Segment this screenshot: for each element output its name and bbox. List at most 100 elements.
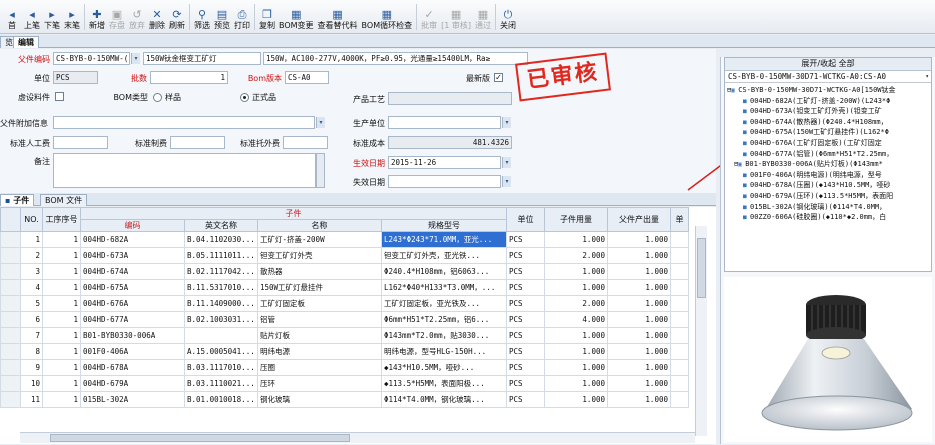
tb-approve-button[interactable]: ✓ 批审 <box>419 1 439 33</box>
tree-expand-collapse-all[interactable]: 展开/收起 全部 <box>725 58 931 71</box>
virtual-checkbox[interactable] <box>55 92 64 101</box>
cell-more[interactable] <box>670 327 689 344</box>
craft-input[interactable] <box>388 92 512 105</box>
cell-unit[interactable]: PCS <box>506 247 545 264</box>
cell-name[interactable]: 贴片灯板 <box>257 327 382 344</box>
remark-scrollbar[interactable] <box>316 153 325 188</box>
cell-seq[interactable]: 1 <box>42 343 81 360</box>
table-row[interactable]: 3 1 004HD-674A B.02.1117042... 散热器 Φ240.4*H10… <box>0 263 689 280</box>
cell-qty[interactable]: 1.000 <box>544 375 608 392</box>
cell-no[interactable]: 11 <box>20 391 43 408</box>
cell-no[interactable]: 10 <box>20 375 43 392</box>
prod-unit-input[interactable] <box>388 116 501 129</box>
cell-out[interactable]: 1.000 <box>607 343 671 360</box>
cell-spec[interactable]: ◆143*H10.5MM，哑砂... <box>381 359 507 376</box>
col-en[interactable]: 英文名称 <box>184 219 258 232</box>
tb-preview-button[interactable]: ▤ 预览 <box>212 1 232 33</box>
cell-qty[interactable]: 4.000 <box>544 311 608 328</box>
cell-spec[interactable]: ◆113.5*H5MM，表面阳极... <box>381 375 507 392</box>
cell-qty[interactable]: 1.000 <box>544 359 608 376</box>
bom-type-sample-radio[interactable] <box>153 93 162 102</box>
cell-spec[interactable]: L243*Φ243*71.0MM，亚光... <box>381 231 507 248</box>
cell-seq[interactable]: 1 <box>42 311 81 328</box>
cell-spec[interactable]: L162*Φ40*H133*T3.0MM，... <box>381 279 507 296</box>
table-row[interactable]: 11 1 015BL-302A B.01.0010018... 钢化玻璃 Φ114*T4.… <box>0 391 689 408</box>
col-no[interactable]: NO. <box>20 207 43 232</box>
parent-extra-input[interactable] <box>53 116 315 129</box>
cell-out[interactable]: 1.000 <box>607 359 671 376</box>
cell-name[interactable]: 钽变工矿灯外壳 <box>257 247 382 264</box>
cell-spec[interactable]: 工矿灯固定板，亚光铁及... <box>381 295 507 312</box>
cell-name[interactable]: 压圈 <box>257 359 382 376</box>
cell-out[interactable]: 1.000 <box>607 327 671 344</box>
effective-date-dropdown-button[interactable]: ▾ <box>502 157 511 168</box>
tb-close-button[interactable]: ⏻ 关闭 <box>498 1 518 33</box>
tb-copy-button[interactable]: ❐ 复制 <box>257 1 277 33</box>
cell-unit[interactable]: PCS <box>506 279 545 296</box>
cell-more[interactable] <box>670 231 689 248</box>
cell-more[interactable] <box>670 343 689 360</box>
row-header[interactable] <box>0 247 21 264</box>
cell-seq[interactable]: 1 <box>42 327 81 344</box>
cell-unit[interactable]: PCS <box>506 231 545 248</box>
cell-unit[interactable]: PCS <box>506 375 545 392</box>
table-row[interactable]: 7 1 B01-BYB0330-006A 贴片灯板 Φ143mm*T2.0mm，贴303… <box>0 327 689 344</box>
std-outsource-input[interactable] <box>283 136 328 149</box>
cell-seq[interactable]: 1 <box>42 375 81 392</box>
cell-code[interactable]: 004HD-679A <box>80 375 185 392</box>
cell-spec[interactable]: Φ114*T4.0MM，钢化玻璃... <box>381 391 507 408</box>
cell-code[interactable]: 004HD-674A <box>80 263 185 280</box>
cell-en[interactable] <box>184 327 258 344</box>
table-row[interactable]: 2 1 004HD-673A B.05.1111011... 钽变工矿灯外壳 钽变工矿灯外… <box>0 247 689 264</box>
tb-next-button[interactable]: ▸ 下笔 <box>42 1 62 33</box>
cell-no[interactable]: 5 <box>20 295 43 312</box>
cell-en[interactable]: B.01.0010018... <box>184 391 258 408</box>
cell-more[interactable] <box>670 359 689 376</box>
row-header[interactable] <box>0 327 21 344</box>
cell-qty[interactable]: 2.000 <box>544 247 608 264</box>
tree-node[interactable]: ■ 015BL-302A(钢化玻璃)(Φ114*T4.0MM， <box>725 202 931 213</box>
cell-more[interactable] <box>670 375 689 392</box>
col-unit[interactable]: 单位 <box>506 207 545 232</box>
cell-no[interactable]: 9 <box>20 359 43 376</box>
cell-more[interactable] <box>670 263 689 280</box>
cell-no[interactable]: 8 <box>20 343 43 360</box>
tb-save-button[interactable]: ▣ 存盘 <box>107 1 127 33</box>
tb-filter-button[interactable]: ⚲ 筛选 <box>192 1 212 33</box>
cell-qty[interactable]: 1.000 <box>544 279 608 296</box>
tb-last-button[interactable]: ▸ 末笔 <box>62 1 82 33</box>
grid-horizontal-scrollbar[interactable] <box>20 432 695 443</box>
tree-node[interactable]: ■ 004HD-679A(压环)(◆113.5*H5MM，表面阳 <box>725 191 931 202</box>
cell-spec[interactable]: Φ240.4*H108mm，铝6063... <box>381 263 507 280</box>
cell-name[interactable]: 工矿灯固定板 <box>257 295 382 312</box>
tree-node[interactable]: ■ 004HD-673A(钽变工矿灯外壳)(钽变工矿 <box>725 106 931 117</box>
row-header[interactable] <box>0 295 21 312</box>
cell-out[interactable]: 1.000 <box>607 311 671 328</box>
cell-en[interactable]: B.03.1110021... <box>184 375 258 392</box>
tb-first-button[interactable]: ◂ 首 <box>2 1 22 33</box>
cell-out[interactable]: 1.000 <box>607 279 671 296</box>
tree-node[interactable]: ■ 001F0-406A(明纬电源)(明纬电源，型号 <box>725 170 931 181</box>
cell-code[interactable]: 001F0-406A <box>80 343 185 360</box>
table-row[interactable]: 4 1 004HD-675A B.11.5317010... 150W工矿灯悬挂件 L16… <box>0 279 689 296</box>
cell-spec[interactable]: 钽变工矿灯外壳，亚光铁... <box>381 247 507 264</box>
tree-node[interactable]: ■ 004HD-682A(工矿灯-挤盖-200W)(L243*Φ <box>725 96 931 107</box>
tree-node[interactable]: ⊟▣ B01-BYB0330-006A(贴片灯板)(Φ143mm* <box>725 159 931 170</box>
cell-en[interactable]: B.11.5317010... <box>184 279 258 296</box>
grid-horizontal-scroll-thumb[interactable] <box>50 434 350 442</box>
tb-review-level-button[interactable]: ▦ [1 审核] <box>439 1 473 33</box>
cell-en[interactable]: B.02.1003031... <box>184 311 258 328</box>
batch-input[interactable]: 1 <box>150 71 228 84</box>
cell-spec[interactable]: 明纬电源，型号HLG-150H... <box>381 343 507 360</box>
cell-out[interactable]: 1.000 <box>607 231 671 248</box>
cell-code[interactable]: B01-BYB0330-006A <box>80 327 185 344</box>
cell-out[interactable]: 1.000 <box>607 295 671 312</box>
cell-out[interactable]: 1.000 <box>607 247 671 264</box>
parent-code-input[interactable]: CS-BYB-0-150MW-( <box>53 52 130 65</box>
cell-unit[interactable]: PCS <box>506 391 545 408</box>
cell-code[interactable]: 004HD-677A <box>80 311 185 328</box>
tree-node[interactable]: ⊟▣ CS-BYB-0-150MW-30D71-WCTKG-A0[150W钛金 <box>725 85 931 96</box>
cell-no[interactable]: 1 <box>20 231 43 248</box>
parent-extra-dropdown-button[interactable]: ▾ <box>316 117 325 128</box>
cell-spec[interactable]: Φ6mm*H51*T2.25mm，铝6... <box>381 311 507 328</box>
